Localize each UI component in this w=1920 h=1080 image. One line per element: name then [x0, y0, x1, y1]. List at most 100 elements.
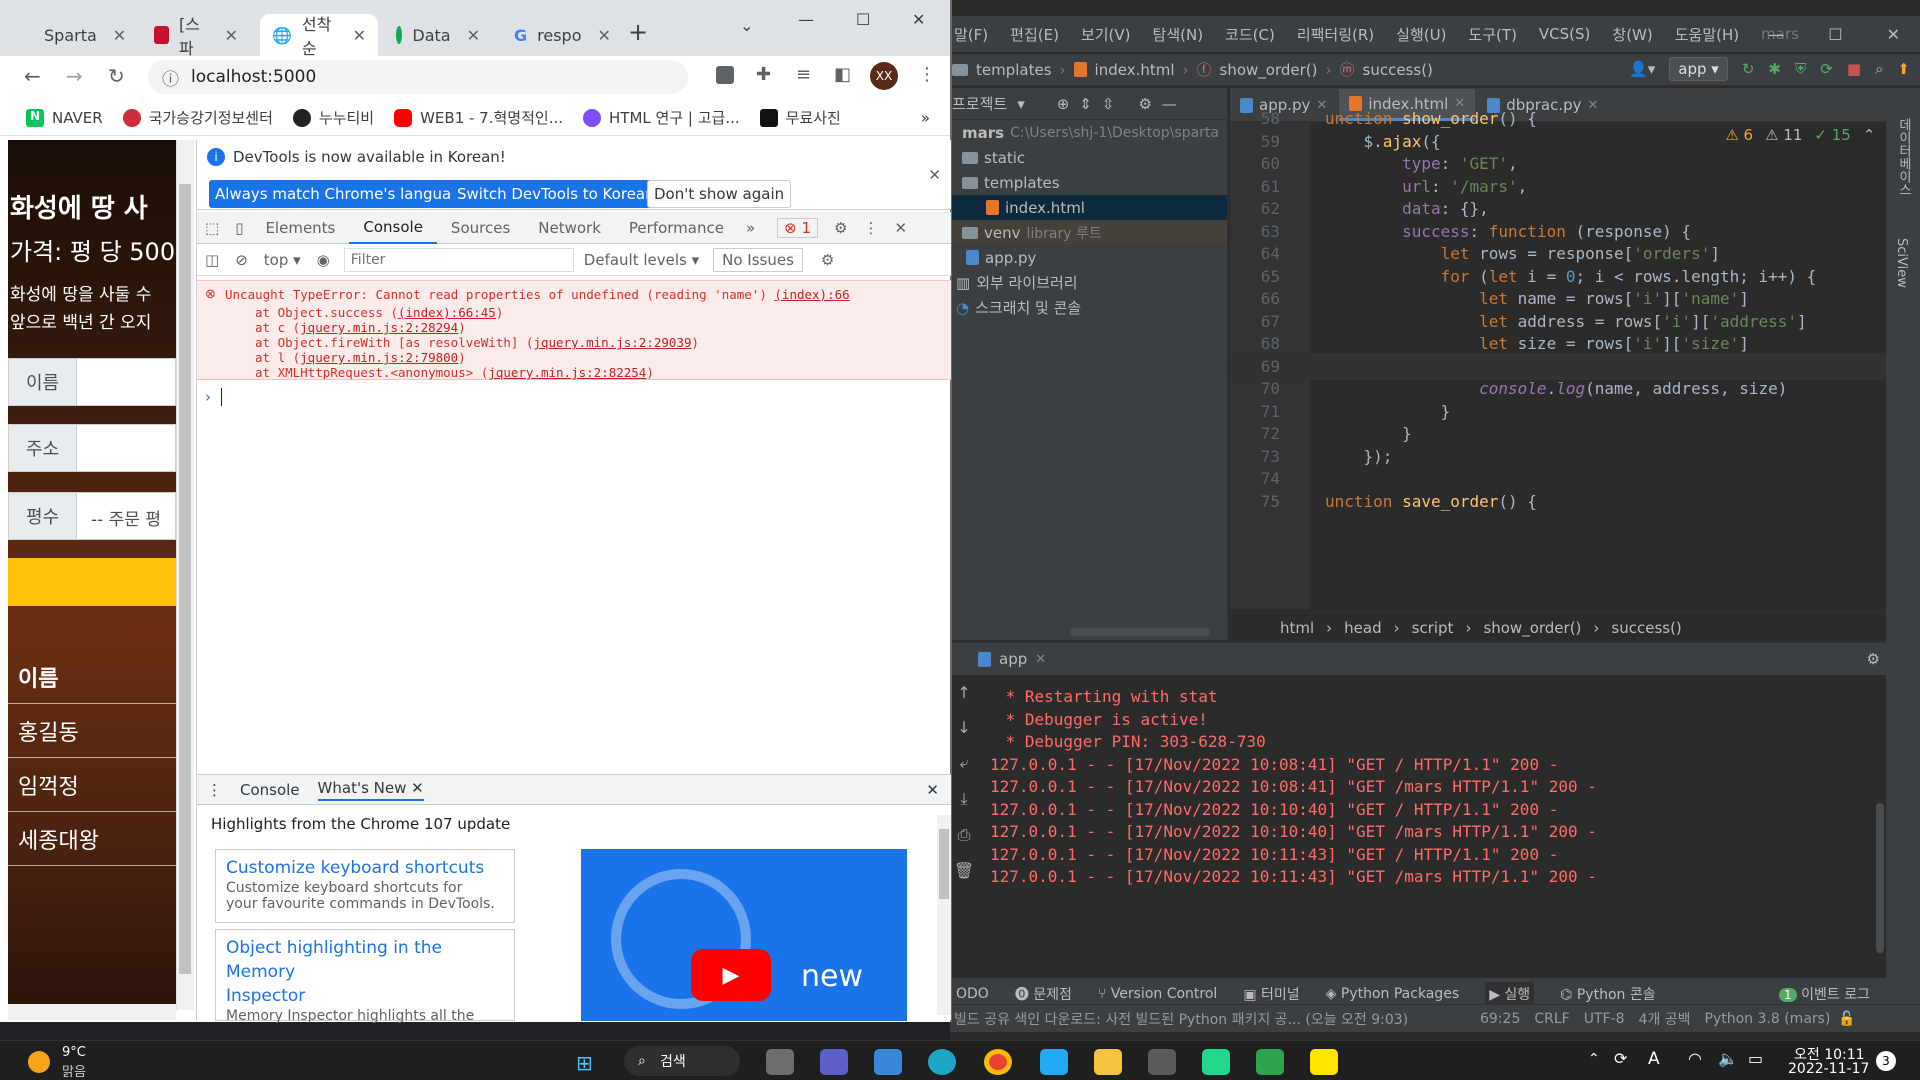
chevron-down-icon[interactable]: ▾: [1017, 95, 1025, 113]
close-icon[interactable]: ✕: [895, 219, 908, 237]
kebab-menu-icon[interactable]: ⋮: [918, 64, 936, 85]
run-tab-label[interactable]: app: [999, 650, 1027, 668]
stack-frame-link[interactable]: jquery.min.js:2:82254: [488, 365, 646, 380]
nav-file[interactable]: index.html: [1095, 61, 1175, 79]
close-icon[interactable]: ✕: [598, 26, 611, 45]
update-icon[interactable]: ⬆: [1897, 60, 1910, 78]
stop-icon[interactable]: ■: [1847, 60, 1861, 78]
page-scrollbar-thumb[interactable]: [179, 184, 191, 974]
cursor-position[interactable]: 69:25: [1480, 1011, 1520, 1027]
console-filter-input[interactable]: [343, 247, 574, 272]
toolwin-packages[interactable]: ◈ Python Packages: [1326, 986, 1460, 1002]
gear-icon[interactable]: ⚙: [1867, 650, 1880, 668]
issues-button[interactable]: No Issues: [713, 247, 803, 272]
forward-icon[interactable]: →: [66, 64, 83, 88]
drawer-tab-whats-new[interactable]: What's New ✕: [317, 779, 424, 801]
tab-console[interactable]: Console: [349, 212, 437, 244]
drawer-tab-console[interactable]: Console: [240, 781, 300, 799]
sidebar-toggle-icon[interactable]: ◫: [197, 251, 227, 269]
reading-list-icon[interactable]: ≡: [796, 64, 811, 85]
bookmark-free-photos[interactable]: 무료사진: [759, 107, 841, 128]
toolwin-vcs[interactable]: ⑂ Version Control: [1098, 986, 1217, 1002]
whats-new-card[interactable]: Object highlighting in the Memory Inspec…: [215, 929, 515, 1024]
coverage-icon[interactable]: ⛨: [1795, 60, 1806, 78]
close-icon[interactable]: ✕: [113, 26, 126, 45]
tree-item-templates[interactable]: templates: [950, 170, 1227, 195]
whats-new-video[interactable]: ▶ new: [581, 849, 907, 1021]
chrome-tab-google[interactable]: G respo ✕: [502, 14, 611, 56]
tree-item-app-py[interactable]: app.py: [950, 245, 1227, 270]
kakaotalk-icon[interactable]: [1310, 1049, 1338, 1075]
always-match-language-button[interactable]: Always match Chrome's language: [209, 180, 476, 208]
clock-date[interactable]: 2022-11-17: [1788, 1061, 1869, 1077]
ide-menu-item[interactable]: 탐색(N): [1153, 24, 1204, 45]
run-scrollbar[interactable]: [1876, 803, 1884, 953]
breadcrumb-item[interactable]: html: [1280, 619, 1314, 637]
page-horizontal-scrollbar[interactable]: [8, 1004, 176, 1020]
new-tab-button[interactable]: +: [628, 18, 648, 46]
close-icon[interactable]: ✕: [928, 166, 941, 184]
ide-menu-item[interactable]: 코드(C): [1225, 24, 1275, 45]
gear-icon[interactable]: ⚙: [1138, 95, 1151, 113]
toolwin-todo[interactable]: ODO: [956, 986, 989, 1002]
teams-chat-icon[interactable]: [820, 1049, 848, 1075]
close-icon[interactable]: ✕: [225, 26, 238, 45]
python-interpreter[interactable]: Python 3.8 (mars): [1705, 1011, 1831, 1027]
battery-icon[interactable]: ▭: [1748, 1049, 1763, 1068]
console-error-message[interactable]: ⊗ Uncaught TypeError: Cannot read proper…: [197, 280, 951, 380]
ide-menu-item[interactable]: VCS(S): [1539, 25, 1590, 43]
indent-setting[interactable]: 4개 공백: [1639, 1009, 1691, 1029]
size-select[interactable]: 평수 -- 주문 평: [8, 492, 176, 540]
scroll-end-icon[interactable]: ⤓: [960, 789, 967, 809]
ide-menu-item[interactable]: 보기(V): [1081, 24, 1131, 45]
tab-sources[interactable]: Sources: [437, 212, 524, 244]
project-title[interactable]: 프로젝트: [952, 93, 1007, 114]
sciview-tool-button[interactable]: SciView: [1894, 238, 1909, 288]
ide-menu-item[interactable]: 창(W): [1612, 24, 1652, 45]
play-icon[interactable]: ▶: [691, 949, 771, 1001]
gear-icon[interactable]: ⚙: [834, 219, 847, 237]
tree-item-index-html[interactable]: index.html: [950, 195, 1227, 220]
ide-menu-item[interactable]: 리팩터링(R): [1297, 24, 1374, 45]
address-field[interactable]: 주소: [8, 424, 176, 472]
more-tabs-icon[interactable]: »: [738, 219, 763, 237]
mongodb-compass-icon[interactable]: [1256, 1049, 1284, 1075]
nav-function[interactable]: show_order(): [1220, 61, 1318, 79]
toolwin-terminal[interactable]: ▣ 터미널: [1243, 984, 1299, 1004]
more-bookmarks-icon[interactable]: »: [921, 109, 930, 127]
drawer-scrollbar[interactable]: [937, 815, 951, 1015]
tab-network[interactable]: Network: [524, 212, 615, 244]
name-field[interactable]: 이름: [8, 358, 176, 406]
wifi-icon[interactable]: ◠: [1688, 1049, 1702, 1068]
soft-wrap-icon[interactable]: ⤶: [960, 753, 969, 773]
run-config-select[interactable]: app ▾: [1669, 57, 1728, 81]
bookmark-nunutv[interactable]: 누누티비: [292, 107, 374, 128]
close-icon[interactable]: ✕: [926, 781, 939, 799]
stack-frame-link[interactable]: (index):66:45: [398, 305, 496, 320]
chrome-tab-active[interactable]: 🌐 선착순 ✕: [260, 14, 378, 58]
lock-icon[interactable]: 🔓: [1838, 1011, 1855, 1027]
tab-search-icon[interactable]: ⌄: [740, 16, 753, 35]
clear-console-icon[interactable]: ⊘: [227, 251, 256, 269]
drawer-menu-icon[interactable]: ⋮: [207, 781, 222, 799]
database-tool-button[interactable]: 데이터베이스: [1894, 118, 1913, 196]
target-icon[interactable]: ⊕: [1057, 95, 1070, 113]
bookmark-naver[interactable]: N NAVER: [26, 108, 103, 127]
print-icon[interactable]: ⎙: [958, 825, 971, 845]
expand-icon[interactable]: ⇕: [1079, 95, 1092, 113]
whats-new-card[interactable]: Customize keyboard shortcuts Customize k…: [215, 849, 515, 923]
taskbar-search[interactable]: ⌕ 검색: [624, 1046, 740, 1076]
windows-start-icon[interactable]: ⊞: [576, 1051, 593, 1075]
chrome-tab-sparta-notion[interactable]: [스파 ✕: [142, 14, 250, 58]
stack-frame-link[interactable]: jquery.min.js:2:79800: [300, 350, 458, 365]
ide-menu-item[interactable]: 도구(T): [1468, 24, 1516, 45]
card-title[interactable]: Object highlighting in the Memory: [226, 936, 504, 984]
bookmark-web1[interactable]: WEB1 - 7.혁명적인...: [394, 107, 563, 128]
user-icon[interactable]: 👤▾: [1629, 60, 1655, 78]
inspection-widget[interactable]: ⚠ 6 ⚠ 11 ✓ 15 ⌃ ⌄: [1725, 126, 1900, 144]
switch-to-korean-button[interactable]: Switch DevTools to Korean: [451, 180, 661, 208]
dont-show-again-button[interactable]: Don't show again: [647, 180, 792, 208]
tree-item-external-libraries[interactable]: ▥ 외부 라이브러리: [950, 270, 1227, 295]
ide-menu-item[interactable]: 도움말(H): [1675, 24, 1739, 45]
tree-item-static[interactable]: static: [950, 145, 1227, 170]
